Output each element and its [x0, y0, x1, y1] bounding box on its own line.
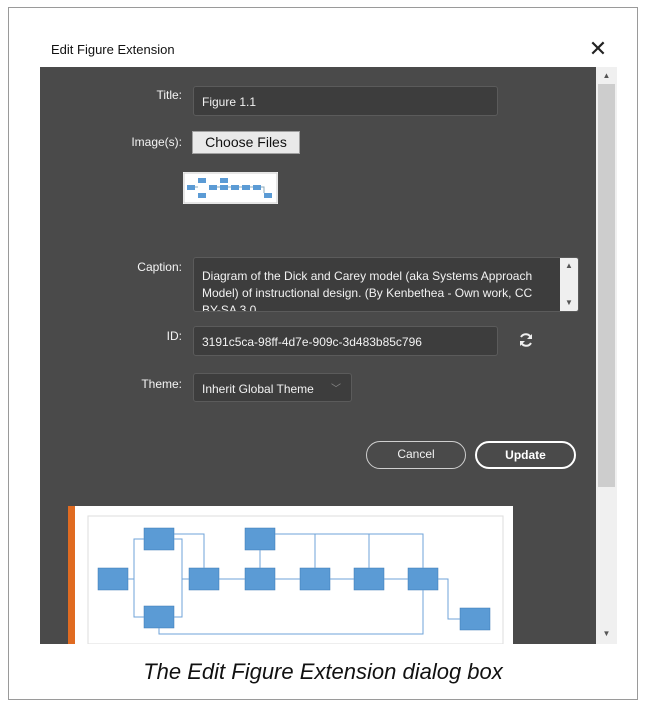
- title-input[interactable]: Figure 1.1: [193, 86, 498, 116]
- images-label: Image(s):: [131, 135, 182, 149]
- id-input-value: 3191c5ca-98ff-4d7e-909c-3d483b85c796: [202, 335, 422, 349]
- choose-files-button[interactable]: Choose Files: [192, 131, 300, 154]
- scroll-up-arrow-icon[interactable]: ▲: [560, 260, 578, 272]
- thumbnail-diagram: [183, 172, 278, 204]
- dialog-scrollbar[interactable]: ▲ ▼: [596, 67, 617, 644]
- id-label: ID:: [166, 329, 182, 343]
- id-input[interactable]: 3191c5ca-98ff-4d7e-909c-3d483b85c796: [193, 326, 498, 356]
- theme-label: Theme:: [141, 377, 182, 391]
- scrollbar-up-icon[interactable]: ▲: [596, 69, 617, 83]
- dialog-content: Title: Figure 1.1 Image(s): Choose Files: [40, 67, 617, 644]
- refresh-id-button[interactable]: [518, 332, 534, 348]
- refresh-icon: [520, 333, 532, 347]
- edit-figure-dialog: Edit Figure Extension ✕ Title: Figure 1.…: [40, 32, 617, 644]
- figure-caption: The Edit Figure Extension dialog box: [143, 659, 503, 684]
- dialog-titlebar: Edit Figure Extension ✕: [40, 32, 617, 67]
- scroll-down-arrow-icon[interactable]: ▼: [560, 297, 578, 309]
- accent-bar: [68, 506, 75, 644]
- dialog-title: Edit Figure Extension: [51, 42, 175, 57]
- caption-textarea[interactable]: Diagram of the Dick and Carey model (aka…: [193, 257, 579, 312]
- preview-diagram: [87, 515, 504, 644]
- caption-textarea-value: Diagram of the Dick and Carey model (aka…: [202, 269, 533, 312]
- cancel-button[interactable]: Cancel: [366, 441, 466, 469]
- scrollbar-thumb[interactable]: [598, 84, 615, 487]
- caption-scrollbar[interactable]: ▲ ▼: [560, 258, 578, 311]
- update-button[interactable]: Update: [475, 441, 576, 469]
- figure-preview: [68, 506, 513, 644]
- caption-label: Caption:: [137, 260, 182, 274]
- title-label: Title:: [156, 88, 182, 102]
- close-icon: ✕: [588, 36, 608, 61]
- close-button[interactable]: ✕: [585, 35, 611, 63]
- scrollbar-down-icon[interactable]: ▼: [596, 627, 617, 641]
- theme-select[interactable]: Inherit Global Theme ﹀: [193, 373, 352, 402]
- image-thumbnail: [183, 172, 278, 204]
- chevron-down-icon: ﹀: [331, 384, 341, 395]
- title-input-value: Figure 1.1: [202, 95, 257, 109]
- theme-select-value: Inherit Global Theme: [202, 382, 314, 396]
